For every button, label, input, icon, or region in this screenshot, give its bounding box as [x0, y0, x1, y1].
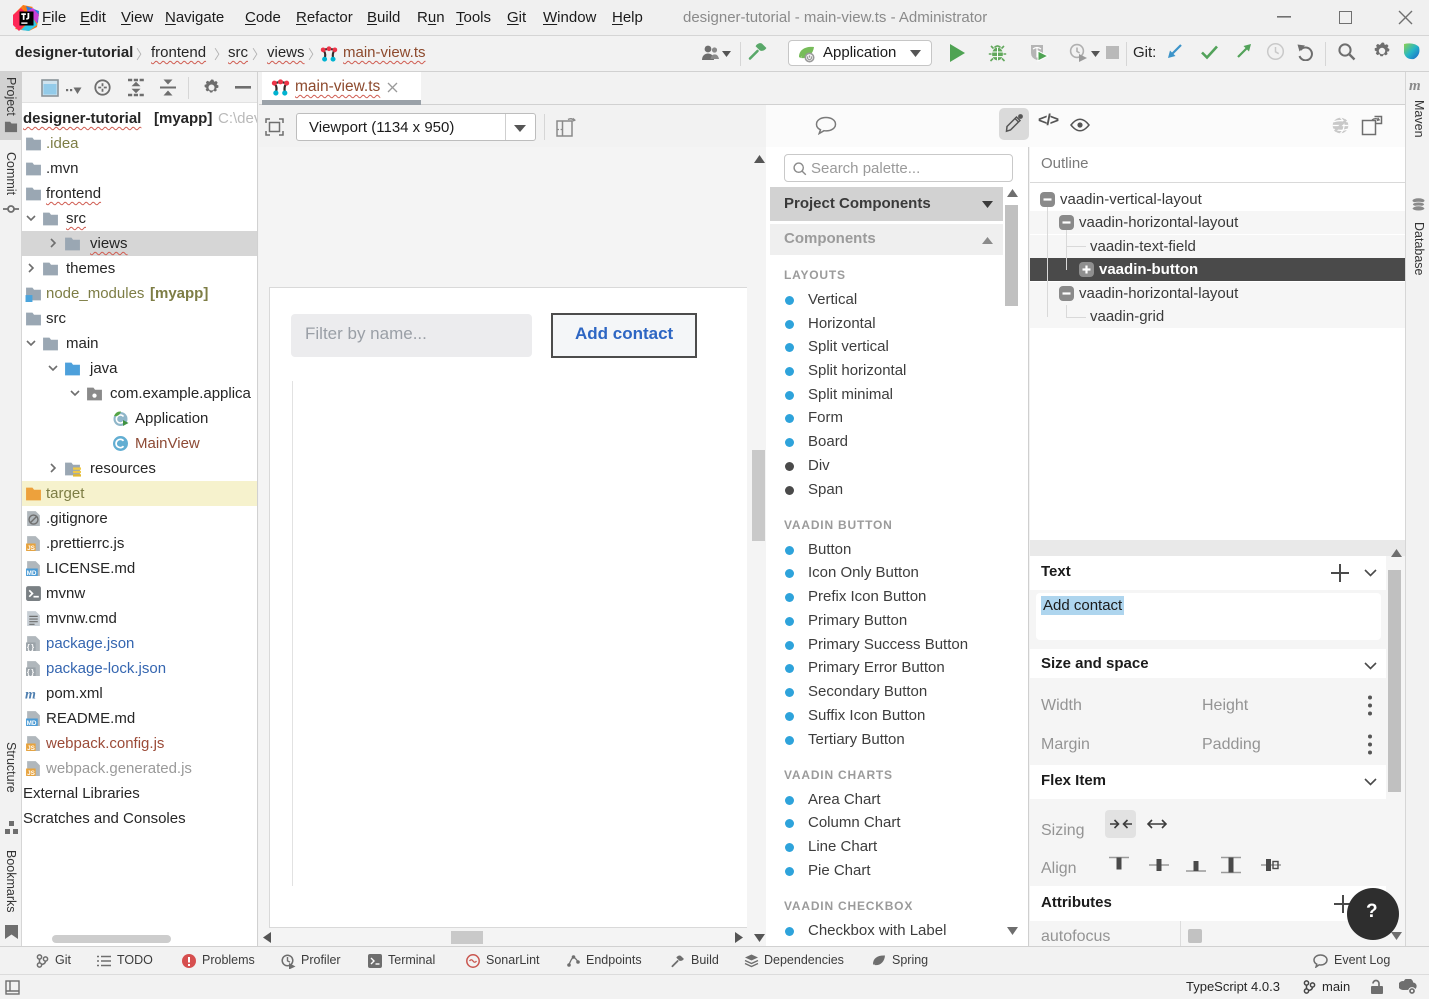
- svg-text:JS: JS: [27, 745, 35, 752]
- svg-text:MD: MD: [27, 570, 37, 577]
- svg-text:JS: JS: [27, 770, 35, 777]
- svg-text:{ }: { }: [27, 667, 34, 676]
- svg-text:m: m: [25, 688, 36, 703]
- svg-text:{ }: { }: [27, 642, 34, 651]
- svg-text:MD: MD: [27, 720, 37, 727]
- svg-text:JS: JS: [27, 545, 35, 552]
